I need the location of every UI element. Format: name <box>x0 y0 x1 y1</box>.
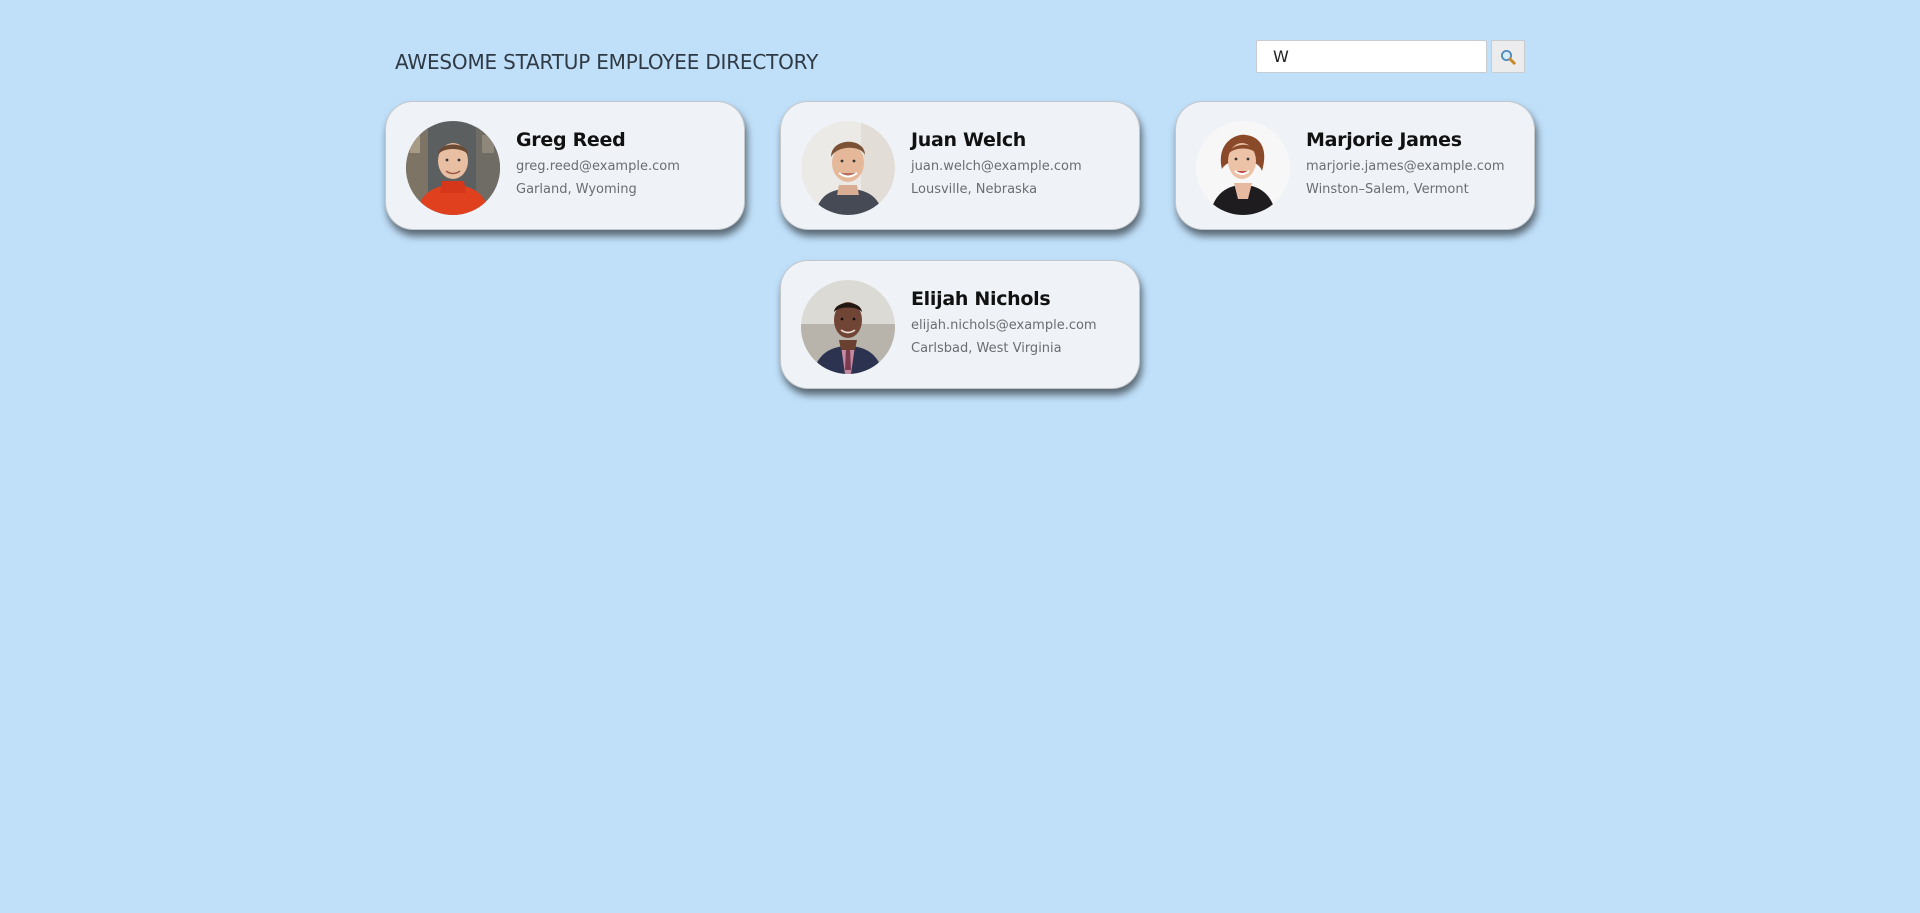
employee-location: Winston–Salem, Vermont <box>1306 182 1469 197</box>
employee-info: Elijah Nichols elijah.nichols@example.co… <box>911 287 1131 360</box>
employee-location: Lousville, Nebraska <box>911 182 1038 197</box>
employee-email: marjorie.james@example.com <box>1306 159 1505 174</box>
employee-info: Juan Welch juan.welch@example.com Lousvi… <box>911 128 1131 201</box>
employee-email: greg.reed@example.com <box>516 159 680 174</box>
employee-avatar <box>801 121 895 215</box>
employee-card[interactable]: Elijah Nichols elijah.nichols@example.co… <box>780 260 1140 389</box>
employee-card[interactable]: Juan Welch juan.welch@example.com Lousvi… <box>780 101 1140 230</box>
employee-name: Marjorie James <box>1306 129 1462 151</box>
employee-name: Juan Welch <box>911 129 1027 151</box>
header: AWESOME STARTUP EMPLOYEE DIRECTORY <box>395 38 1525 82</box>
employee-directory-page: AWESOME STARTUP EMPLOYEE DIRECTORY W Gre… <box>0 0 1920 913</box>
search-button[interactable] <box>1491 40 1525 73</box>
employee-info: Greg Reed greg.reed@example.com Garland,… <box>516 128 736 201</box>
employee-card[interactable]: Greg Reed greg.reed@example.com Garland,… <box>385 101 745 230</box>
search-form <box>1256 40 1525 73</box>
employee-location: Carlsbad, West Virginia <box>911 341 1062 356</box>
employee-info: Marjorie James marjorie.james@example.co… <box>1306 128 1526 201</box>
employee-avatar <box>406 121 500 215</box>
employee-card[interactable]: Marjorie James marjorie.james@example.co… <box>1175 101 1535 230</box>
page-title: AWESOME STARTUP EMPLOYEE DIRECTORY <box>395 50 819 74</box>
employee-avatar <box>801 280 895 374</box>
search-input[interactable] <box>1256 40 1487 73</box>
search-icon <box>1501 49 1516 65</box>
employee-location: Garland, Wyoming <box>516 182 637 197</box>
employee-email: elijah.nichols@example.com <box>911 318 1097 333</box>
employee-name: Elijah Nichols <box>911 288 1051 310</box>
employee-avatar <box>1196 121 1290 215</box>
employee-name: Greg Reed <box>516 129 626 151</box>
employee-email: juan.welch@example.com <box>911 159 1082 174</box>
